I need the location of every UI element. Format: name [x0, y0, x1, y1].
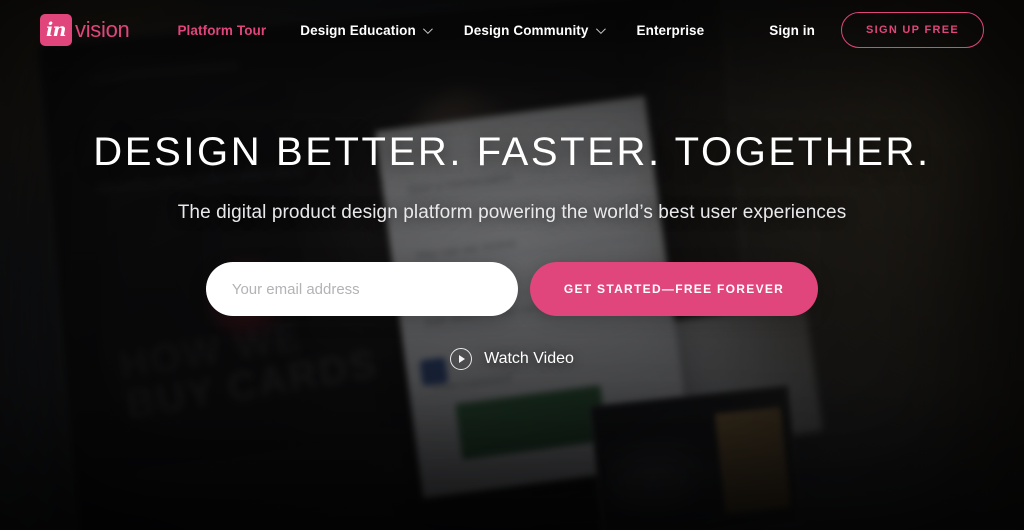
site-header: in vision Platform Tour Design Education… [0, 0, 1024, 60]
hero-headline: DESIGN BETTER. FASTER. TOGETHER. [93, 130, 931, 174]
sign-in-link[interactable]: Sign in [769, 23, 815, 38]
email-input[interactable] [205, 262, 518, 316]
nav-label: Design Education [300, 22, 416, 38]
header-actions: Sign in SIGN UP FREE [769, 12, 984, 48]
chevron-down-icon [422, 23, 433, 34]
watch-video-label: Watch Video [484, 350, 574, 367]
chevron-down-icon [595, 23, 606, 34]
hero-page: HOW WE BUY CARDS Start a conversation He… [0, 0, 1024, 530]
get-started-button[interactable]: GET STARTED—FREE FOREVER [529, 262, 819, 316]
hero-section: DESIGN BETTER. FASTER. TOGETHER. The dig… [0, 130, 1024, 370]
nav-item-enterprise[interactable]: Enterprise [637, 23, 705, 38]
nav-label: Platform Tour [177, 22, 267, 38]
nav-item-design-community[interactable]: Design Community [463, 22, 606, 38]
nav-label: Enterprise [636, 22, 705, 38]
invision-logo[interactable]: in vision [40, 14, 130, 46]
hero-signup-form: GET STARTED—FREE FOREVER [40, 262, 984, 316]
watch-video-link[interactable]: Watch Video [450, 348, 574, 370]
primary-nav: Platform Tour Design Education Design Co… [177, 23, 704, 38]
logo-wordmark: vision [75, 17, 130, 42]
hero-subheadline: The digital product design platform powe… [177, 202, 847, 223]
logo-mark-icon: in [40, 14, 72, 46]
nav-label: Design Community [463, 22, 589, 38]
nav-item-platform-tour[interactable]: Platform Tour [177, 23, 266, 38]
nav-item-design-education[interactable]: Design Education [300, 22, 433, 38]
sign-up-free-button[interactable]: SIGN UP FREE [840, 12, 984, 48]
play-circle-icon [450, 348, 473, 370]
